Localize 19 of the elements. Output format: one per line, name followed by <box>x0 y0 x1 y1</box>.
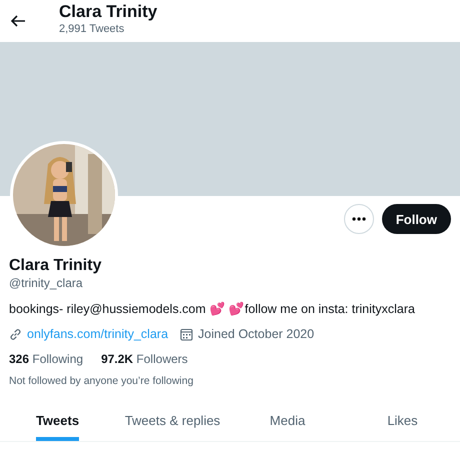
user-handle: @trinity_clara <box>9 275 84 291</box>
profile-tab[interactable]: Media <box>230 400 345 441</box>
more-options-button[interactable] <box>344 204 374 234</box>
profile-tab[interactable]: Tweets & replies <box>115 400 230 441</box>
profile-tab[interactable]: Tweets <box>0 400 115 441</box>
display-name: Clara Trinity <box>9 256 102 275</box>
follow-button[interactable]: Follow <box>382 204 451 234</box>
followers-you-know-note: Not followed by anyone you’re following <box>9 374 194 388</box>
link-icon <box>9 328 22 340</box>
back-arrow-icon[interactable] <box>10 13 26 29</box>
profile-title: Clara Trinity <box>59 2 158 22</box>
calendar-icon <box>180 328 194 340</box>
bio-text: bookings- riley@hussiemodels.com 💕 💕follow me on insta: trinityxclara <box>9 301 416 317</box>
tweet-count: 2,991 Tweets <box>59 22 126 36</box>
stat-link[interactable]: 97.2K Followers <box>101 351 188 367</box>
stat-link[interactable]: 326 Following <box>9 351 84 367</box>
profile-tab[interactable]: Likes <box>345 400 460 441</box>
join-date: Joined October 2020 <box>198 327 314 341</box>
more-icon <box>352 217 366 221</box>
